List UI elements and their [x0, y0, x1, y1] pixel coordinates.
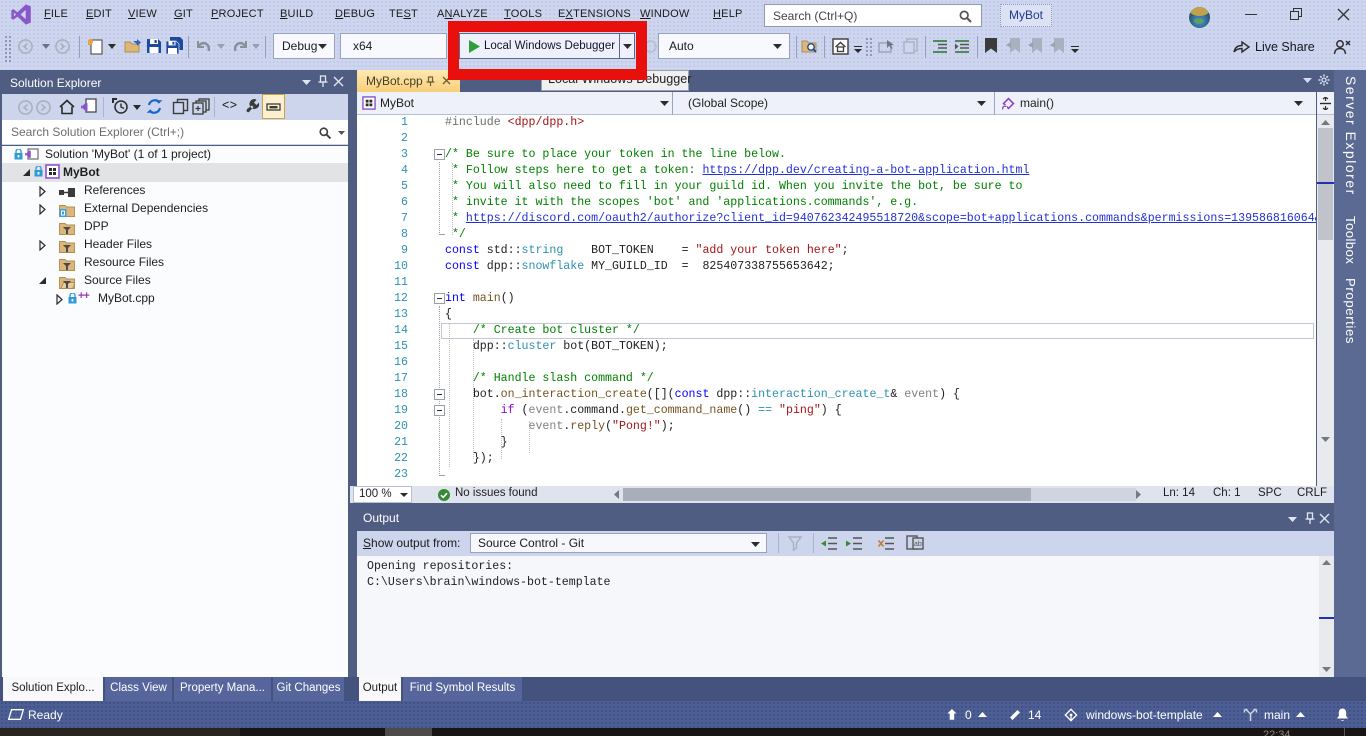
svg-text:ab: ab — [914, 541, 922, 548]
